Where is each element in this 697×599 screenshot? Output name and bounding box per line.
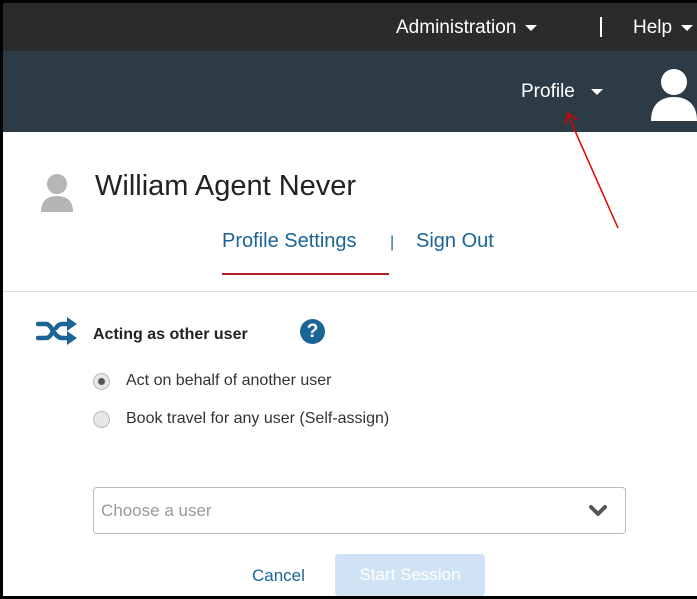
question-circle-icon[interactable]: ? bbox=[300, 319, 325, 344]
radio-act-on-behalf[interactable]: Act on behalf of another user bbox=[93, 372, 331, 390]
profile-menu[interactable]: Profile bbox=[521, 81, 603, 103]
link-separator: | bbox=[390, 234, 395, 251]
radio-button[interactable] bbox=[93, 410, 110, 428]
acting-section-title: Acting as other user bbox=[93, 326, 248, 343]
caret-down-icon bbox=[681, 25, 694, 31]
chevron-down-icon bbox=[589, 504, 607, 518]
person-icon bbox=[39, 172, 75, 212]
profile-dropdown-panel: William Agent Never Profile Settings | S… bbox=[3, 132, 697, 292]
top-menu-row bbox=[3, 3, 697, 51]
help-menu[interactable]: Help bbox=[633, 17, 694, 39]
start-session-button[interactable]: Start Session bbox=[335, 554, 485, 596]
active-tab-indicator bbox=[222, 273, 389, 275]
radio-label: Book travel for any user (Self-assign) bbox=[126, 410, 390, 427]
radio-dot bbox=[98, 377, 105, 385]
radio-label: Act on behalf of another user bbox=[126, 372, 332, 389]
sign-out-link[interactable]: Sign Out bbox=[416, 230, 494, 253]
caret-down-icon bbox=[590, 89, 603, 95]
select-placeholder: Choose a user bbox=[101, 501, 212, 520]
radio-self-assign[interactable]: Book travel for any user (Self-assign) bbox=[93, 410, 389, 428]
menu-separator bbox=[600, 17, 602, 37]
cancel-button[interactable]: Cancel bbox=[252, 566, 305, 586]
profile-menu-label: Profile bbox=[521, 81, 575, 102]
app-window: Administration Help Profile William Agen bbox=[0, 0, 697, 599]
administration-menu[interactable]: Administration bbox=[396, 17, 538, 39]
top-navigation-bar: Administration Help Profile bbox=[3, 3, 697, 132]
caret-down-icon bbox=[525, 25, 538, 31]
radio-button-selected[interactable] bbox=[93, 372, 110, 390]
user-name: William Agent Never bbox=[95, 170, 357, 202]
help-menu-label: Help bbox=[633, 17, 673, 38]
choose-user-select[interactable]: Choose a user bbox=[93, 487, 626, 534]
avatar-icon[interactable] bbox=[648, 65, 697, 121]
administration-menu-label: Administration bbox=[396, 17, 517, 38]
tab-profile-settings[interactable]: Profile Settings bbox=[222, 230, 357, 253]
shuffle-icon bbox=[35, 316, 78, 346]
